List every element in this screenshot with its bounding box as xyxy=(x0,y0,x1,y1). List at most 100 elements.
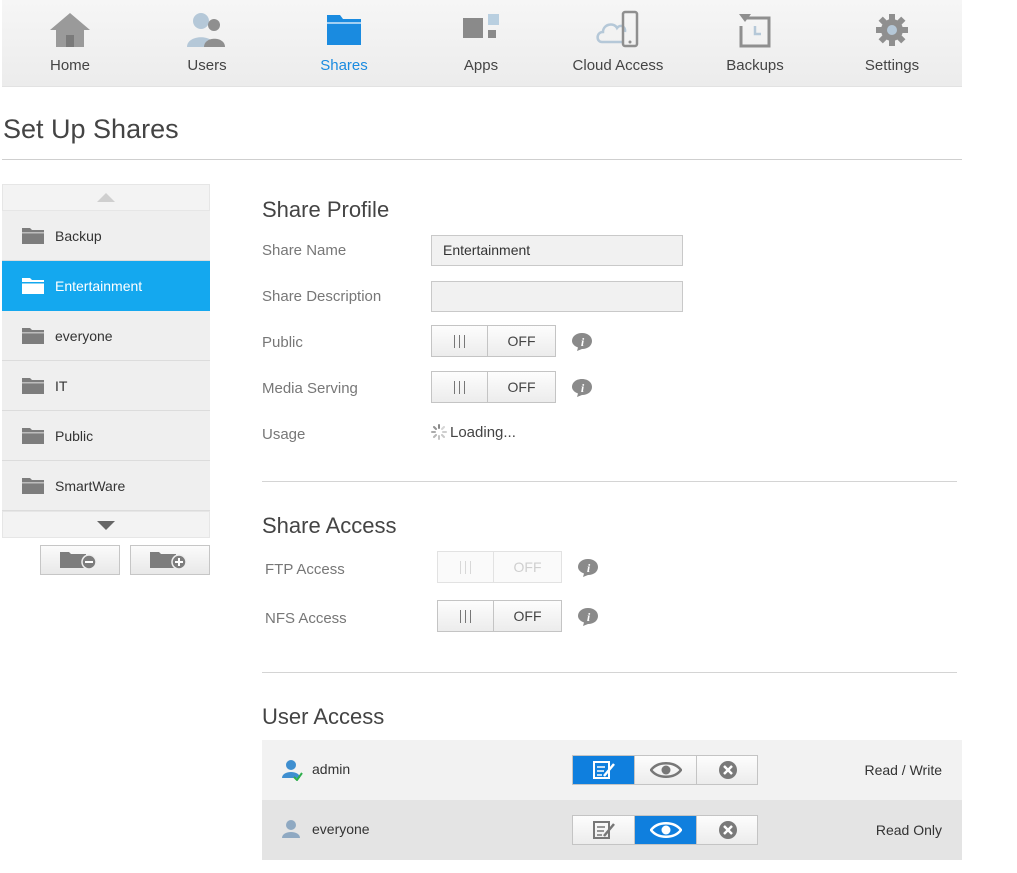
share-access-heading: Share Access xyxy=(262,513,397,538)
title-divider xyxy=(2,159,962,160)
share-list: Backup Entertainment everyone IT Public … xyxy=(2,184,210,538)
share-item-public[interactable]: Public xyxy=(2,411,210,461)
user-access-row-everyone: everyone Read Only xyxy=(262,800,962,860)
folder-icon xyxy=(22,228,44,244)
nav-users[interactable]: Users xyxy=(147,0,267,86)
share-description-field-label: Share Description xyxy=(262,288,382,305)
nav-home-label: Home xyxy=(49,57,90,74)
media-serving-info-icon[interactable]: i xyxy=(571,378,593,398)
toggle-grip xyxy=(432,326,488,356)
eye-icon xyxy=(649,822,682,838)
edit-icon xyxy=(592,761,615,779)
share-profile-heading: Share Profile xyxy=(262,197,390,222)
usage-loading-text: Loading... xyxy=(450,424,516,441)
nav-settings[interactable]: Settings xyxy=(832,0,952,86)
no-access-icon xyxy=(718,821,737,839)
nfs-access-toggle[interactable]: OFF xyxy=(437,600,562,632)
section-divider xyxy=(262,481,957,482)
media-serving-toggle-state: OFF xyxy=(507,379,536,395)
nav-backups-label: Backups xyxy=(726,57,784,74)
share-item-entertainment[interactable]: Entertainment xyxy=(2,261,210,311)
users-icon xyxy=(187,13,225,47)
read-only-button[interactable] xyxy=(634,816,696,844)
chevron-down-icon xyxy=(97,521,115,530)
apps-icon xyxy=(463,14,499,38)
remove-share-button[interactable] xyxy=(40,545,120,575)
nav-shares-label: Shares xyxy=(320,57,368,74)
home-icon xyxy=(50,13,90,47)
nav-shares[interactable]: Shares xyxy=(284,0,404,86)
no-access-button[interactable] xyxy=(696,816,758,844)
scroll-up-button[interactable] xyxy=(2,184,210,211)
ftp-access-toggle-state: OFF xyxy=(513,559,542,575)
folder-icon xyxy=(22,428,44,444)
nav-cloud-access-label: Cloud Access xyxy=(572,57,664,74)
share-item-everyone[interactable]: everyone xyxy=(2,311,210,361)
top-navigation: Home Users Shares Apps Cloud Access Back… xyxy=(2,0,962,87)
read-write-button[interactable] xyxy=(573,816,634,844)
no-access-icon xyxy=(718,761,737,779)
nav-apps[interactable]: Apps xyxy=(421,0,541,86)
share-item-it[interactable]: IT xyxy=(2,361,210,411)
nav-home[interactable]: Home xyxy=(10,0,130,86)
toggle-grip xyxy=(438,552,494,582)
access-level-text: Read / Write xyxy=(864,762,942,778)
permission-selector xyxy=(572,815,758,845)
nav-apps-label: Apps xyxy=(463,57,499,74)
folder-icon xyxy=(22,278,44,294)
cloud-access-icon xyxy=(596,10,639,48)
share-name-label: Public xyxy=(55,428,94,444)
folder-remove-icon xyxy=(60,552,97,569)
share-name-label: Entertainment xyxy=(55,278,143,294)
nfs-access-label: NFS Access xyxy=(265,610,347,627)
add-share-button[interactable] xyxy=(130,545,210,575)
usage-value: Loading... xyxy=(431,424,516,441)
share-description-field[interactable] xyxy=(431,281,683,312)
public-toggle[interactable]: OFF xyxy=(431,325,556,357)
folder-add-icon xyxy=(150,552,187,569)
nav-users-label: Users xyxy=(187,57,227,74)
folder-icon xyxy=(22,328,44,344)
share-item-smartware[interactable]: SmartWare xyxy=(2,461,210,511)
public-info-icon[interactable]: i xyxy=(571,332,593,352)
gear-icon xyxy=(876,14,908,46)
share-name-field-label: Share Name xyxy=(262,242,347,259)
user-name: everyone xyxy=(312,821,370,837)
nav-settings-label: Settings xyxy=(864,57,920,74)
usage-label: Usage xyxy=(262,426,306,443)
access-level-text: Read Only xyxy=(875,822,942,838)
chevron-up-icon xyxy=(97,193,115,202)
scroll-down-button[interactable] xyxy=(2,511,210,538)
shares-folder-icon xyxy=(327,15,361,45)
folder-icon xyxy=(22,478,44,494)
nav-cloud-access[interactable]: Cloud Access xyxy=(558,0,678,86)
ftp-access-toggle[interactable]: OFF xyxy=(437,551,562,583)
permission-selector xyxy=(572,755,758,785)
loading-spinner-icon xyxy=(431,424,447,440)
ftp-access-info-icon[interactable]: i xyxy=(577,558,599,578)
nfs-access-toggle-state: OFF xyxy=(513,608,542,624)
toggle-grip xyxy=(432,372,488,402)
nfs-access-info-icon[interactable]: i xyxy=(577,607,599,627)
edit-icon xyxy=(592,821,615,839)
share-name-label: Backup xyxy=(55,228,102,244)
read-only-button[interactable] xyxy=(634,756,696,784)
media-serving-toggle[interactable]: OFF xyxy=(431,371,556,403)
share-name-field[interactable]: Entertainment xyxy=(431,235,683,266)
share-name-label: IT xyxy=(55,378,68,394)
read-write-button[interactable] xyxy=(573,756,634,784)
eye-icon xyxy=(649,762,682,778)
folder-icon xyxy=(22,378,44,394)
ftp-access-label: FTP Access xyxy=(265,561,345,578)
backups-icon xyxy=(739,14,771,48)
user-icon xyxy=(282,820,300,838)
share-item-backup[interactable]: Backup xyxy=(2,211,210,261)
no-access-button[interactable] xyxy=(696,756,758,784)
page-title: Set Up Shares xyxy=(3,114,179,144)
media-serving-label: Media Serving xyxy=(262,380,358,397)
share-name-label: SmartWare xyxy=(55,478,126,494)
section-divider xyxy=(262,672,957,673)
public-toggle-state: OFF xyxy=(507,333,536,349)
nav-backups[interactable]: Backups xyxy=(695,0,815,86)
user-access-row-admin: admin Read / Write xyxy=(262,740,962,800)
